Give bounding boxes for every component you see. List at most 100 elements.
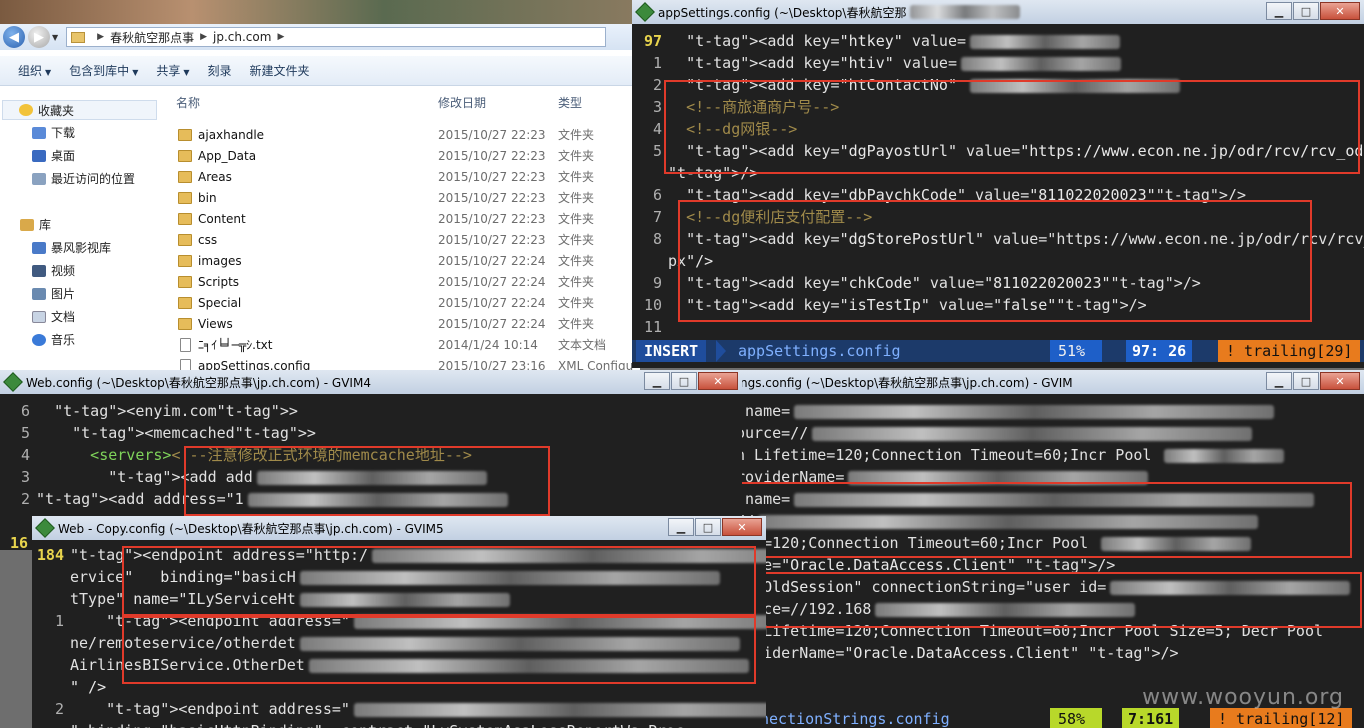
minimize-button[interactable]: ▁ — [644, 372, 670, 390]
burn-button[interactable]: 刻录 — [208, 62, 232, 79]
back-button[interactable]: ◀ — [3, 26, 25, 48]
file-row[interactable]: Content 2015/10/27 22:23 文件夹 — [162, 208, 640, 229]
file-row[interactable]: App_Data 2015/10/27 22:23 文件夹 — [162, 145, 640, 166]
code-line: 4 <servers><!--注意修改正式环境的memcache地址--> — [0, 444, 742, 466]
file-row[interactable]: Areas 2015/10/27 22:23 文件夹 — [162, 166, 640, 187]
code-text: "t-tag"><add key="chkCode" value="811022… — [686, 274, 1201, 292]
nav-item-downloads[interactable]: 下载 — [32, 124, 75, 141]
share-menu[interactable]: 共享 ▼ — [156, 62, 189, 79]
file-row[interactable]: css 2015/10/27 22:23 文件夹 — [162, 229, 640, 250]
new-folder-button[interactable]: 新建文件夹 — [250, 62, 310, 79]
file-type: 文件夹 — [558, 317, 595, 331]
file-name: ﾆ╕ｲ╘╛─╦ｼ.txt — [198, 338, 273, 352]
maximize-button[interactable]: □ — [695, 518, 721, 536]
breadcrumb-item[interactable]: 春秋航空那点事 — [110, 29, 194, 46]
desktop-icon — [32, 149, 46, 162]
code-text: "t-tag"><add key="dgPayostUrl" value="ht… — [686, 142, 1364, 160]
code-text: n Lifetime=120;Connection Timeout=60;Inc… — [736, 446, 1161, 464]
file-type: 文件夹 — [558, 254, 595, 268]
file-type: 文件夹 — [558, 296, 595, 310]
window-title: appSettings.config (~\Desktop\春秋航空那 — [658, 5, 907, 20]
statusline-percent: 58% — [1050, 708, 1103, 728]
code-text: AirlinesBIService.OtherDet — [70, 656, 305, 674]
breadcrumb-item[interactable]: jp.ch.com — [213, 30, 271, 44]
nav-item-video-library[interactable]: 暴风影视库 — [32, 239, 111, 256]
file-explorer-window: ◀ ▶ ▼ ▶ 春秋航空那点事 ▶ jp.ch.com ▶ 组织 ▼ 包含到库中 ▼… — [0, 24, 640, 374]
file-date: 2015/10/27 22:23 — [438, 169, 546, 184]
line-number: 8 — [652, 230, 662, 248]
library-group[interactable]: 库 — [20, 216, 51, 233]
favorites-group[interactable]: 收藏夹 — [2, 100, 157, 120]
minimize-button[interactable]: ▁ — [668, 518, 694, 536]
file-row[interactable]: bin 2015/10/27 22:23 文件夹 — [162, 187, 640, 208]
code-line: 2 "t-tag"><add key="htContactNo" — [632, 74, 1364, 96]
minimize-button[interactable]: ▁ — [1266, 2, 1292, 20]
forward-button[interactable]: ▶ — [28, 26, 50, 48]
code-text: name= — [736, 490, 791, 508]
maximize-button[interactable]: □ — [1293, 372, 1319, 390]
file-row[interactable]: Scripts 2015/10/27 22:24 文件夹 — [162, 271, 640, 292]
column-header-date[interactable]: 修改日期 — [438, 94, 486, 111]
file-row[interactable]: images 2015/10/27 22:24 文件夹 — [162, 250, 640, 271]
code-text: "t-tag"><enyim.com"t-tag">> — [54, 402, 298, 420]
file-row[interactable]: ajaxhandle 2015/10/27 22:23 文件夹 — [162, 124, 640, 145]
file-date: 2015/10/27 22:23 — [438, 232, 546, 247]
include-in-library-menu[interactable]: 包含到库中 ▼ — [69, 62, 138, 79]
code-text: " /> — [70, 678, 107, 696]
file-name: Areas — [198, 169, 232, 184]
nav-item-documents[interactable]: 文档 — [32, 308, 75, 325]
maximize-button[interactable]: □ — [1293, 2, 1319, 20]
navigation-pane: 收藏夹 下载 桌面 最近访问的位置 库 暴风影视库 视频 图片 文档 音乐 — [0, 92, 160, 374]
folder-icon — [178, 254, 192, 267]
code-line: tType" name="ILyServiceHt — [32, 588, 766, 610]
address-box[interactable]: ▶ 春秋航空那点事 ▶ jp.ch.com ▶ — [66, 27, 607, 47]
window-titlebar[interactable]: appSettings.config (~\Desktop\春秋航空那 ▁ □ … — [632, 0, 1364, 24]
nav-item-pictures[interactable]: 图片 — [32, 285, 75, 302]
history-dropdown-icon[interactable]: ▼ — [52, 33, 58, 42]
close-button[interactable]: ✕ — [698, 372, 738, 390]
nav-item-videos[interactable]: 视频 — [32, 262, 75, 279]
file-type: 文件夹 — [558, 212, 595, 226]
column-header-type[interactable]: 类型 — [558, 94, 582, 111]
file-name: bin — [198, 190, 217, 205]
code-text: px"/> — [668, 252, 714, 270]
code-text: "t-tag"><add key="dbPaychkCode" value="8… — [686, 186, 1246, 204]
file-date: 2015/10/27 22:24 — [438, 295, 546, 310]
chevron-right-icon[interactable]: ▶ — [200, 32, 207, 42]
window-titlebar[interactable]: ngs.config (~\Desktop\春秋航空那点事\jp.ch.com)… — [736, 370, 1364, 394]
close-button[interactable]: ✕ — [1320, 372, 1360, 390]
window-controls: ▁ □ ✕ — [667, 518, 762, 536]
redacted-value — [961, 56, 1121, 71]
code-line: 97 "t-tag"><add key="htkey" value= — [632, 30, 1364, 52]
nav-item-desktop[interactable]: 桌面 — [32, 147, 75, 164]
file-row[interactable]: Special 2015/10/27 22:24 文件夹 — [162, 292, 640, 313]
line-number: 1 — [54, 612, 64, 630]
nav-item-music[interactable]: 音乐 — [32, 331, 75, 348]
command-toolbar: 组织 ▼ 包含到库中 ▼ 共享 ▼ 刻录 新建文件夹 — [0, 56, 640, 86]
picture-icon — [32, 287, 46, 300]
code-line: 6 "t-tag"><enyim.com"t-tag">> — [0, 400, 742, 422]
statusline-filename: nectionStrings.config — [760, 710, 950, 728]
code-text: " binding="basicHttpBinding" contract="L… — [70, 722, 684, 728]
chevron-down-icon: ▼ — [132, 68, 139, 77]
window-titlebar[interactable]: Web - Copy.config (~\Desktop\春秋航空那点事\jp.… — [32, 516, 766, 540]
download-icon — [32, 126, 46, 139]
organize-menu[interactable]: 组织 ▼ — [18, 62, 51, 79]
line-number: 4 — [20, 446, 30, 464]
code-line: n Lifetime=120;Connection Timeout=60;Inc… — [736, 444, 1364, 466]
nav-item-recent[interactable]: 最近访问的位置 — [32, 170, 135, 187]
maximize-button[interactable]: □ — [671, 372, 697, 390]
minimize-button[interactable]: ▁ — [1266, 372, 1292, 390]
window-titlebar[interactable]: Web.config (~\Desktop\春秋航空那点事\jp.ch.com)… — [0, 370, 742, 394]
file-row[interactable]: ﾆ╕ｲ╘╛─╦ｼ.txt 2014/1/24 10:14 文本文档 — [162, 334, 640, 355]
file-name: Content — [198, 211, 246, 226]
code-text: name="Oracle.DataAccess.Client" "t-tag">… — [736, 556, 1116, 574]
close-button[interactable]: ✕ — [722, 518, 762, 536]
chevron-right-icon[interactable]: ▶ — [97, 32, 104, 42]
line-number: 5 — [652, 142, 662, 160]
column-header-name[interactable]: 名称 — [176, 94, 200, 111]
chevron-right-icon[interactable]: ▶ — [277, 32, 284, 42]
close-button[interactable]: ✕ — [1320, 2, 1360, 20]
file-row[interactable]: Views 2015/10/27 22:24 文件夹 — [162, 313, 640, 334]
code-text: roviderName="Oracle.DataAccess.Client" "… — [736, 644, 1179, 662]
